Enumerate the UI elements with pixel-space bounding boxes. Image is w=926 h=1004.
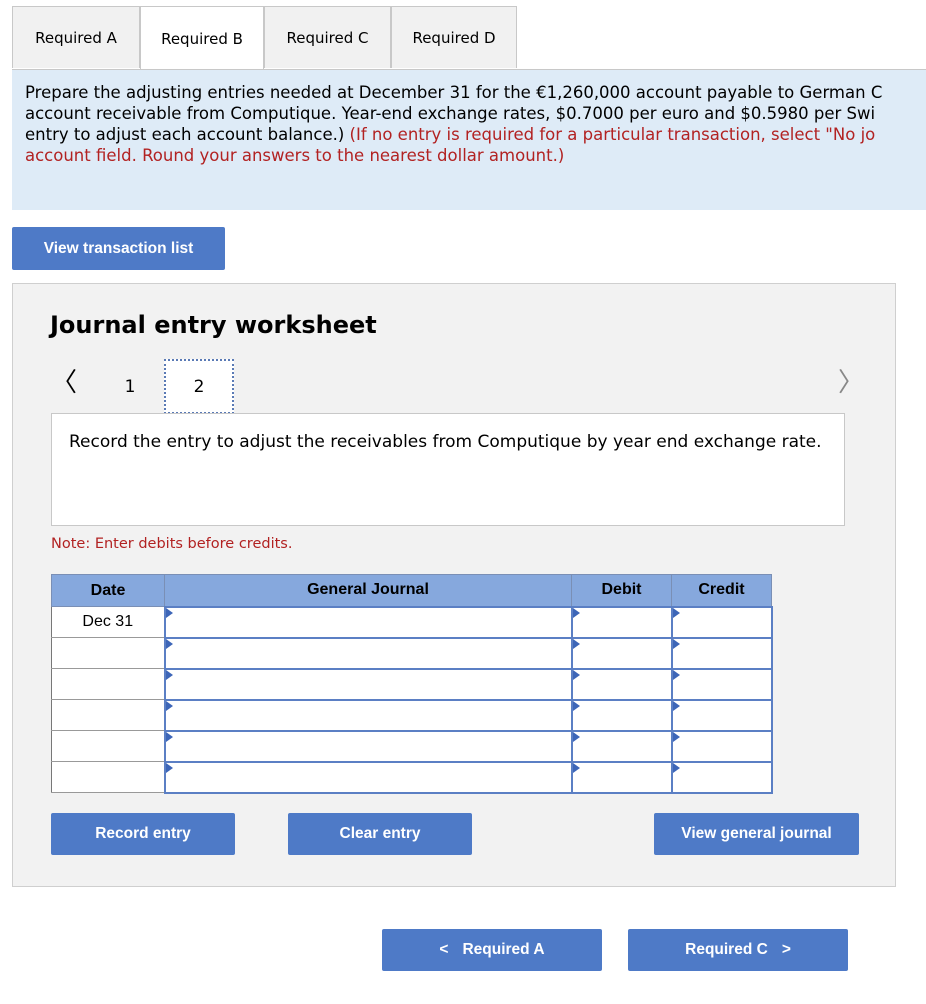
debit-input[interactable] [570, 667, 673, 701]
date-header: Date [51, 574, 165, 607]
next-arrow-icon[interactable]: 〉 [838, 362, 864, 399]
credit-input[interactable] [670, 698, 773, 732]
chevron-right-icon: > [781, 941, 791, 958]
account-select[interactable] [163, 760, 573, 794]
general-journal-header: General Journal [164, 574, 572, 607]
question-line-1: Prepare the adjusting entries needed at … [25, 83, 883, 102]
worksheet-title: Journal entry worksheet [50, 311, 377, 339]
account-select[interactable] [163, 698, 573, 732]
date-cell [51, 730, 165, 762]
journal-row [51, 636, 773, 670]
credit-input[interactable] [670, 636, 773, 670]
date-cell [51, 699, 165, 731]
entry-note: Note: Enter debits before credits. [51, 536, 293, 552]
question-line-3-instruction: (If no entry is required for a particula… [349, 125, 876, 144]
credit-input[interactable] [670, 760, 773, 794]
journal-row: Dec 31 [51, 605, 773, 639]
debit-header: Debit [571, 574, 672, 607]
prev-required-label: Required A [462, 941, 545, 958]
debit-input[interactable] [570, 605, 673, 639]
question-line-3-text: entry to adjust each account balance.) [25, 125, 350, 144]
account-select[interactable] [163, 729, 573, 763]
journal-row [51, 729, 773, 763]
view-transaction-list-button[interactable]: View transaction list [12, 227, 225, 270]
credit-input[interactable] [670, 729, 773, 763]
credit-header: Credit [671, 574, 772, 607]
debit-input[interactable] [570, 698, 673, 732]
debit-input[interactable] [570, 729, 673, 763]
page-1[interactable]: 1 [95, 359, 165, 414]
journal-table: Date General Journal Debit Credit Dec 31 [51, 574, 773, 794]
view-general-journal-button[interactable]: View general journal [654, 813, 859, 855]
credit-input[interactable] [670, 605, 773, 639]
question-box: Prepare the adjusting entries needed at … [12, 70, 926, 210]
account-select[interactable] [163, 667, 573, 701]
page-2[interactable]: 2 [164, 359, 234, 414]
prev-arrow-icon[interactable]: 〈 [51, 362, 77, 399]
journal-header-row: Date General Journal Debit Credit [51, 574, 772, 607]
record-entry-button[interactable]: Record entry [51, 813, 235, 855]
date-cell: Dec 31 [51, 606, 165, 638]
account-select[interactable] [163, 605, 573, 639]
tab-required-a[interactable]: Required A [12, 6, 140, 68]
credit-input[interactable] [670, 667, 773, 701]
journal-entry-worksheet: Journal entry worksheet 〈 1 2 〉 Record t… [12, 283, 896, 887]
entry-instruction: Record the entry to adjust the receivabl… [51, 413, 845, 526]
account-select[interactable] [163, 636, 573, 670]
question-line-2: account receivable from Computique. Year… [25, 104, 876, 123]
clear-entry-button[interactable]: Clear entry [288, 813, 472, 855]
tab-required-c[interactable]: Required C [264, 6, 391, 68]
date-cell [51, 637, 165, 669]
chevron-left-icon: < [439, 941, 449, 958]
prev-required-button[interactable]: < Required A [382, 929, 602, 971]
tab-required-d[interactable]: Required D [391, 6, 517, 68]
journal-row [51, 698, 773, 732]
question-line-4: account field. Round your answers to the… [25, 146, 565, 165]
date-cell [51, 668, 165, 700]
journal-row [51, 760, 773, 794]
debit-input[interactable] [570, 760, 673, 794]
debit-input[interactable] [570, 636, 673, 670]
next-required-button[interactable]: Required C > [628, 929, 848, 971]
question-line-3: entry to adjust each account balance.) (… [25, 124, 926, 145]
next-required-label: Required C [685, 941, 768, 958]
journal-row [51, 667, 773, 701]
date-cell [51, 761, 165, 793]
tab-required-b[interactable]: Required B [140, 6, 264, 71]
